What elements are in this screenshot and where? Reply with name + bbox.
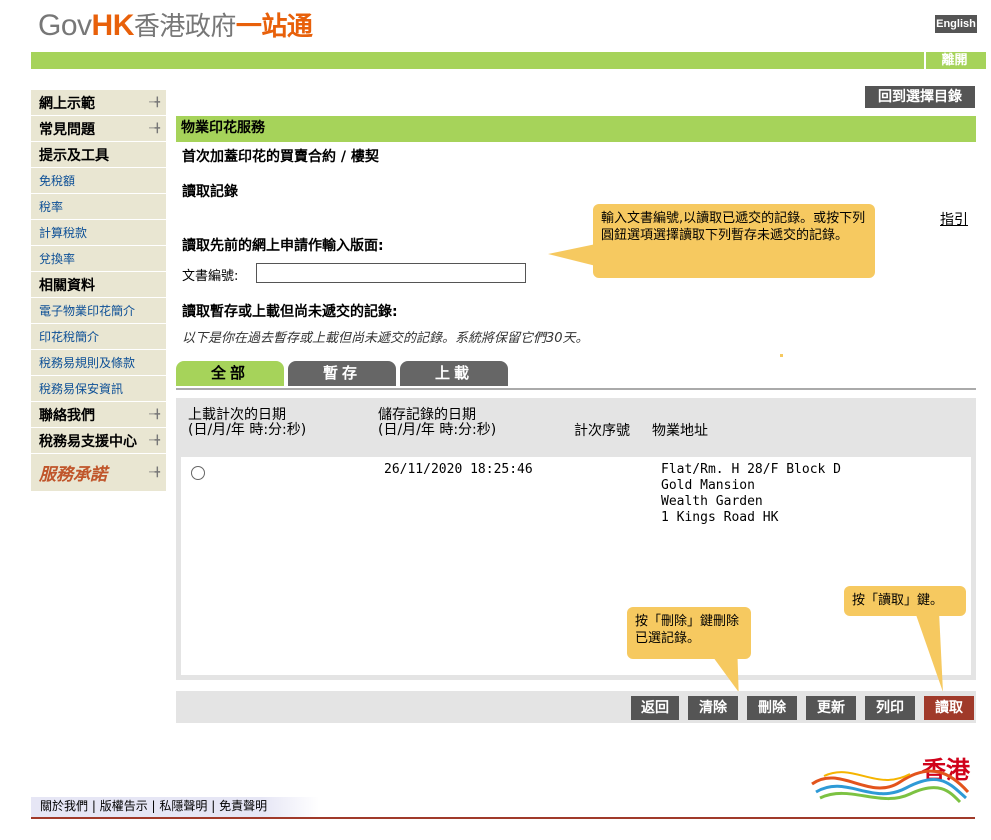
col-header-address: 物業地址	[652, 423, 708, 439]
guide-link[interactable]: 指引	[940, 209, 968, 229]
tab-saved[interactable]: 暫存	[288, 361, 396, 386]
expand-arrow-icon: ─╋	[149, 468, 160, 478]
tooltip-tail	[548, 244, 596, 266]
top-green-bar	[31, 52, 986, 69]
tooltip-delete: 按「刪除」鍵刪除已選記錄。	[627, 607, 751, 659]
sidebar-item-label: 稅務易支援中心	[39, 433, 137, 450]
back-button[interactable]: 返回	[631, 696, 679, 720]
sidebar-item-terms[interactable]: 稅務易規則及條款	[31, 350, 166, 376]
address-line: Gold Mansion	[661, 478, 755, 493]
back-to-menu-button[interactable]: 回到選擇目錄	[865, 86, 975, 108]
footer-separator: |	[91, 799, 100, 813]
sidebar-item-label: 稅務易保安資訊	[39, 382, 124, 396]
cell-address: Flat/Rm. H 28/F Block D Gold Mansion Wea…	[661, 462, 841, 526]
service-pledge-label: 服務承諾	[39, 465, 107, 485]
tab-uploaded[interactable]: 上載	[400, 361, 508, 386]
section-title: 物業印花服務	[176, 116, 976, 142]
address-line: 1 Kings Road HK	[661, 510, 779, 525]
expand-arrow-icon: ─╋	[149, 98, 160, 108]
footer-links: 關於我們 | 版權告示 | 私隱聲明 | 免責聲明	[31, 797, 319, 817]
decorative-dot	[780, 354, 783, 357]
logo-zh-text: 香港政府	[133, 12, 237, 42]
sidebar-item-faq[interactable]: 常見問題 ─╋	[31, 116, 166, 142]
footer-link-disclaimer[interactable]: 免責聲明	[219, 799, 267, 813]
tooltip-doc-no: 輸入文書編號,以讀取已遞交的記錄。或按下列圓鈕選項選擇讀取下列暫存未遞交的記錄。	[593, 204, 875, 278]
tab-all[interactable]: 全部	[176, 361, 284, 386]
sidebar-item-demo[interactable]: 網上示範 ─╋	[31, 90, 166, 116]
english-language-button[interactable]: English	[935, 15, 977, 33]
doc-no-label: 文書編號:	[182, 269, 239, 284]
table-row-radio[interactable]	[191, 466, 205, 480]
update-button[interactable]: 更新	[806, 696, 856, 720]
sidebar-item-label: 印花稅簡介	[39, 330, 100, 344]
sidebar-item-label: 電子物業印花簡介	[39, 304, 136, 318]
footer-link-about[interactable]: 關於我們	[31, 799, 88, 813]
sidebar-heading-related-info: 相關資料	[31, 272, 166, 298]
sidebar-item-label: 稅率	[39, 200, 64, 214]
print-button[interactable]: 列印	[865, 696, 915, 720]
sidebar-item-label: 網上示範	[39, 95, 95, 112]
saved-records-heading: 讀取暫存或上載但尚未遞交的記錄:	[182, 304, 398, 320]
expand-arrow-icon: ─╋	[149, 124, 160, 134]
expand-arrow-icon: ─╋	[149, 436, 160, 446]
tooltip-read: 按「讀取」鍵。	[844, 586, 966, 616]
doc-no-input[interactable]	[256, 263, 526, 283]
footer-divider	[31, 817, 975, 819]
sidebar-item-label: 兌換率	[39, 252, 76, 266]
page-subtitle: 首次加蓋印花的買賣合約 / 樓契	[182, 149, 379, 165]
col-header-upload-date: 上載計次的日期 (日/月/年 時:分:秒)	[188, 408, 306, 438]
sidebar: 網上示範 ─╋ 常見問題 ─╋ 提示及工具 免稅額 稅率 計算稅款 兌換率 相關資料…	[31, 90, 166, 492]
sidebar-item-label: 常見問題	[39, 121, 95, 138]
footer-separator: |	[211, 799, 220, 813]
sidebar-item-calculate-tax[interactable]: 計算稅款	[31, 220, 166, 246]
sidebar-item-label: 計算稅款	[39, 226, 88, 240]
expand-arrow-icon: ─╋	[149, 410, 160, 420]
footer-link-privacy[interactable]: 私隱聲明	[159, 799, 207, 813]
address-line: Flat/Rm. H 28/F Block D	[661, 462, 842, 477]
logo-zh2-text: 一站通	[235, 12, 313, 42]
brand-hong-kong-dragon-icon	[811, 769, 970, 804]
address-line: Wealth Garden	[661, 494, 763, 509]
sidebar-item-tax-rates[interactable]: 稅率	[31, 194, 166, 220]
previous-form-label: 讀取先前的網上申請作輸入版面:	[182, 238, 384, 254]
footer-link-copyright[interactable]: 版權告示	[100, 799, 148, 813]
col-header-save-date: 儲存記錄的日期 (日/月/年 時:分:秒)	[378, 408, 496, 438]
logo-gov-text: Gov	[38, 9, 92, 42]
col-header-batch-no: 計次序號	[574, 423, 630, 439]
sidebar-item-e-stamping-intro[interactable]: 電子物業印花簡介	[31, 298, 166, 324]
govhk-logo[interactable]: GovHK香港政府一站通	[38, 6, 313, 43]
read-button[interactable]: 讀取	[924, 696, 974, 720]
header-text: 儲存記錄的日期	[378, 407, 476, 423]
sidebar-heading-tips-tools: 提示及工具	[31, 142, 166, 168]
logo-hk-text: HK	[91, 9, 135, 42]
saved-records-note: 以下是你在過去暫存或上載但尚未遞交的記錄。系統將保留它們30天。	[182, 331, 589, 346]
sidebar-item-exchange-rates[interactable]: 兌換率	[31, 246, 166, 272]
header-text: 上載計次的日期	[188, 407, 286, 423]
sidebar-item-label: 相關資料	[39, 277, 95, 294]
sidebar-item-contact-us[interactable]: 聯絡我們 ─╋	[31, 402, 166, 428]
sidebar-item-label: 稅務易規則及條款	[39, 356, 136, 370]
header-format-text: (日/月/年 時:分:秒)	[188, 422, 307, 438]
header-format-text: (日/月/年 時:分:秒)	[378, 422, 497, 438]
sidebar-item-allowances[interactable]: 免稅額	[31, 168, 166, 194]
delete-button[interactable]: 刪除	[747, 696, 797, 720]
sidebar-item-label: 免稅額	[39, 174, 76, 188]
read-record-heading: 讀取記錄	[182, 184, 238, 200]
action-button-bar	[176, 691, 976, 723]
sidebar-item-security-info[interactable]: 稅務易保安資訊	[31, 376, 166, 402]
exit-button[interactable]: 離開	[924, 52, 983, 69]
table-body	[181, 457, 971, 675]
record-tabs: 全部 暫存 上載	[176, 361, 976, 390]
cell-save-date: 26/11/2020 18:25:46	[384, 462, 533, 477]
sidebar-item-stamp-duty-intro[interactable]: 印花稅簡介	[31, 324, 166, 350]
sidebar-item-support-centre[interactable]: 稅務易支援中心 ─╋	[31, 428, 166, 454]
sidebar-item-label: 提示及工具	[39, 147, 109, 164]
sidebar-item-label: 聯絡我們	[39, 407, 95, 424]
clear-button[interactable]: 清除	[688, 696, 738, 720]
service-pledge-link[interactable]: 服務承諾 ─╋	[31, 454, 166, 492]
